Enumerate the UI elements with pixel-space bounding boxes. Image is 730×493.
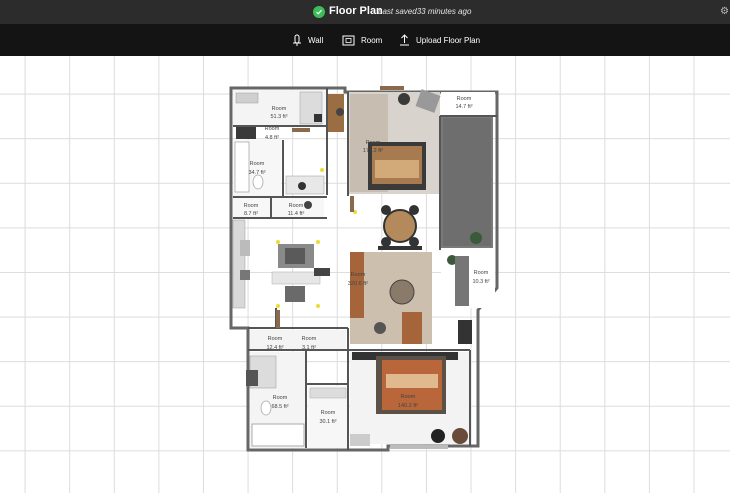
room-label-name: Room [302,336,317,342]
room-label-area: 3.1 ft² [302,345,316,351]
room-label-name: Room [273,395,288,401]
upload-tool-label: Upload Floor Plan [416,35,481,45]
upload-icon [400,34,409,46]
room-label-name: Room [289,203,304,209]
room-label-area: 12.4 ft² [266,345,283,351]
room-label-name: Room [268,336,283,342]
room-label-area: 10.3 ft² [472,279,489,285]
wall-tool-label: Wall [308,35,324,45]
room-label-area: 140.2 ft² [398,403,418,409]
room-label-area: 320.6 ft² [348,281,368,287]
room-label-area: 14.7 ft² [455,104,472,110]
room-label-name: Room [244,203,259,209]
floor-plan[interactable]: Room 51.3 ft² Room 4.8 ft² Room 34.7 ft²… [0,56,730,493]
room-label-name: Room [474,270,489,276]
room-label-area: 30.1 ft² [319,419,336,425]
room-label-area: 4.8 ft² [265,135,279,141]
save-status: Last saved33 minutes ago [378,7,472,16]
wall-tool-button[interactable]: Wall [292,33,323,47]
wall-icon [293,34,301,46]
page-title: Floor Plan [329,5,383,17]
room-label-area: 68.5 ft² [271,404,288,410]
room-icon [342,35,355,45]
design-canvas[interactable]: Room 51.3 ft² Room 4.8 ft² Room 34.7 ft²… [0,56,730,493]
room-label-name: Room [250,161,265,167]
check-circle-icon [313,6,325,18]
room-label-name: Room [272,106,287,112]
room-label-name: Room [457,96,472,102]
room-label-name: Room [265,126,280,132]
balcony [443,118,491,265]
dining-set [378,205,422,250]
room-label-area: 177.2 ft² [363,148,383,154]
upload-floor-plan-button[interactable]: Upload Floor Plan [399,33,480,47]
room-tool-label: Room [361,35,383,45]
room-tool-button[interactable]: Room [342,33,382,47]
room-label-area: 11.4 ft² [288,211,305,217]
room-label-name: Room [401,394,416,400]
room-label-area: 51.3 ft² [270,114,287,120]
room-label-name: Room [351,272,366,278]
room-label-area: 8.7 ft² [244,211,258,217]
room-label-name: Room [321,410,336,416]
toolbar: Wall Room Upload Floor Plan [0,24,730,56]
gear-icon[interactable]: ⚙ [720,6,729,17]
room-label-area: 34.7 ft² [248,170,265,176]
top-bar: Floor Plan Last saved33 minutes ago ⚙ [0,0,730,24]
room-label-name: Room [366,140,381,146]
